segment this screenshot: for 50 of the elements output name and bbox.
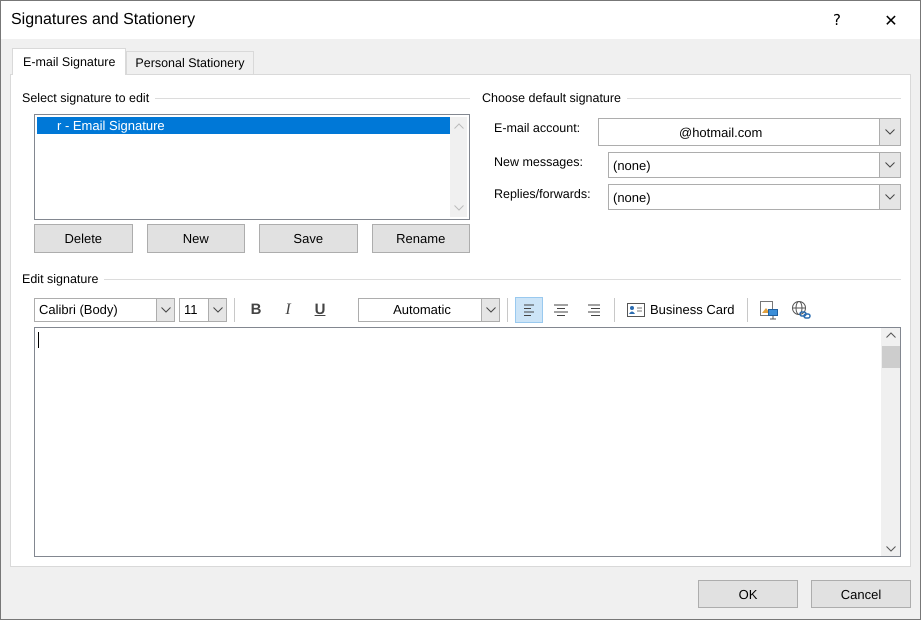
signature-list[interactable]: r - Email Signature xyxy=(34,114,470,220)
list-item[interactable]: r - Email Signature xyxy=(37,117,450,134)
underline-button[interactable]: U xyxy=(306,296,334,322)
group-label: Choose default signature xyxy=(482,91,621,105)
field-label: Replies/forwards: xyxy=(494,186,592,201)
group-label: Edit signature xyxy=(22,272,98,286)
chevron-down-icon xyxy=(886,546,896,552)
dropdown[interactable]: Automatic xyxy=(358,298,500,322)
scrollbar[interactable] xyxy=(881,328,900,556)
business-card-button[interactable]: Business Card xyxy=(622,296,740,322)
close-button[interactable]: ✕ xyxy=(862,1,920,39)
dropdown[interactable]: 11 xyxy=(179,298,227,322)
tab[interactable]: E-mail Signature xyxy=(12,48,126,75)
tab[interactable]: Personal Stationery xyxy=(126,51,254,74)
window-title: Signatures and Stationery xyxy=(11,11,196,29)
chevron-up-icon xyxy=(886,332,896,338)
chevron-down-icon xyxy=(160,306,170,312)
align-left-button[interactable] xyxy=(515,296,543,322)
chevron-down-icon xyxy=(885,162,895,168)
scroll-thumb[interactable] xyxy=(882,346,900,368)
button[interactable]: Delete xyxy=(34,224,132,253)
globe-link-icon xyxy=(790,300,811,320)
picture-monitor-icon xyxy=(758,300,779,320)
italic-button[interactable]: I xyxy=(274,296,302,322)
chevron-up-icon xyxy=(454,123,464,129)
field-label: E-mail account: xyxy=(494,120,582,135)
button[interactable]: Save xyxy=(259,224,358,253)
chevron-down-icon xyxy=(885,129,895,135)
dropdown[interactable]: (none) xyxy=(608,184,901,210)
chevron-down-icon xyxy=(486,306,496,312)
contact-card-icon xyxy=(627,302,645,316)
button[interactable]: OK xyxy=(698,580,798,608)
dropdown[interactable]: (none) xyxy=(608,152,901,178)
scrollbar[interactable] xyxy=(450,117,467,217)
field-label: New messages: xyxy=(494,154,584,169)
group-label: Select signature to edit xyxy=(22,91,150,105)
bold-button[interactable]: B xyxy=(242,296,270,322)
dropdown[interactable]: @hotmail.com xyxy=(598,118,901,146)
button[interactable]: Cancel xyxy=(811,580,911,608)
align-icon xyxy=(521,302,537,318)
help-button[interactable]: ? xyxy=(812,1,862,39)
button[interactable]: New xyxy=(146,224,245,253)
button[interactable]: Rename xyxy=(372,224,470,253)
chevron-down-icon xyxy=(212,306,222,312)
dropdown[interactable]: Calibri (Body) xyxy=(34,298,175,322)
align-icon xyxy=(553,302,569,318)
align-icon xyxy=(585,302,601,318)
chevron-down-icon xyxy=(454,205,464,211)
chevron-down-icon xyxy=(885,194,895,200)
text-cursor xyxy=(38,332,39,348)
